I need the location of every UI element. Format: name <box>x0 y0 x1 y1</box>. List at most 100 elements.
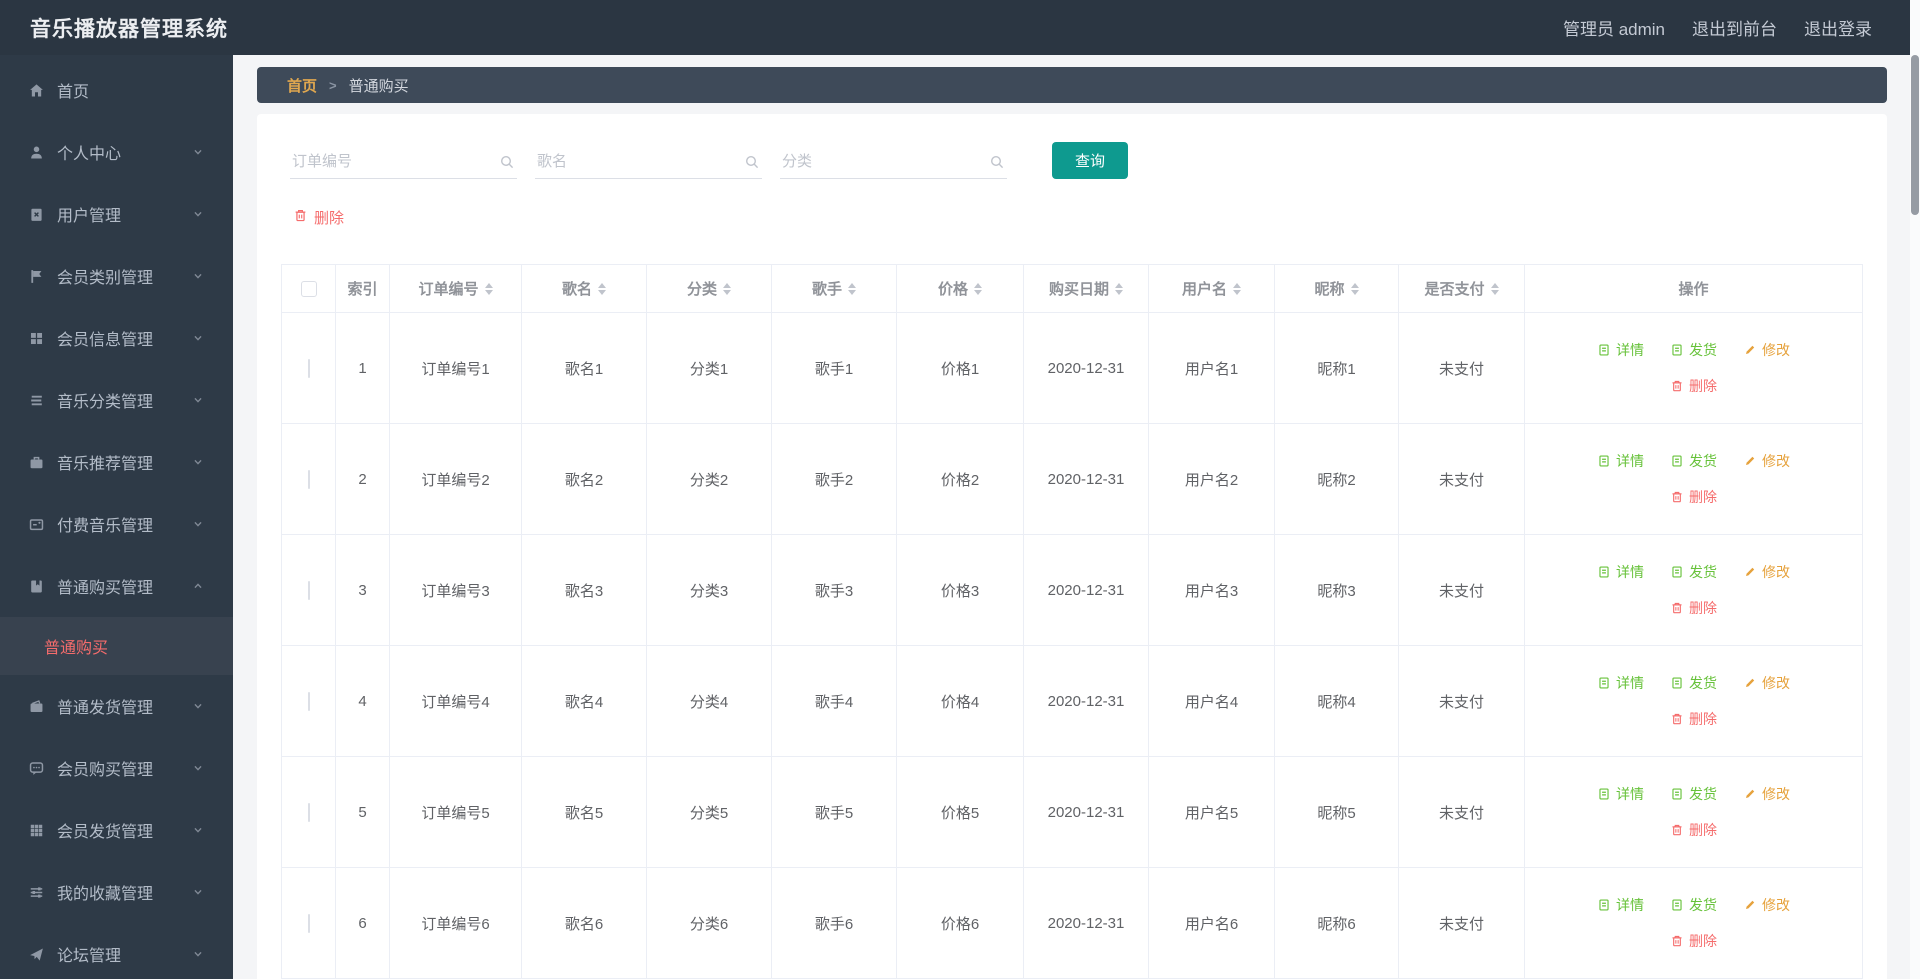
sort-asc-caret[interactable] <box>484 282 493 288</box>
sort-desc-caret[interactable] <box>974 289 982 295</box>
column-header-label: 昵称 <box>1314 281 1345 298</box>
row-checkbox[interactable] <box>307 913 310 933</box>
row-checkbox[interactable] <box>307 469 310 489</box>
delete-action-button[interactable]: 删除 <box>1670 709 1717 729</box>
ship-action-button[interactable]: 发货 <box>1670 895 1717 915</box>
chevron-down-icon <box>194 149 202 155</box>
sort-icon[interactable] <box>1490 282 1499 295</box>
sort-desc-caret[interactable] <box>1115 289 1123 295</box>
topbar-link-logout[interactable]: 退出登录 <box>1804 15 1872 40</box>
sidebar-subitem-normal-purchase[interactable]: 普通购买 <box>0 617 233 675</box>
card-icon <box>28 516 45 533</box>
topbar-link-admin-user[interactable]: 管理员 admin <box>1563 15 1665 40</box>
batch-delete-button[interactable]: 删除 <box>293 207 344 228</box>
sidebar-item-home[interactable]: 首页 <box>0 59 233 121</box>
table-row: 3 订单编号3 歌名3 分类3 歌手3 价格3 2020-12-31 用户名3 昵称3 未支付 详情… <box>281 534 1863 646</box>
ship-action-button[interactable]: 发货 <box>1670 784 1717 804</box>
edit-action-button[interactable]: 修改 <box>1743 895 1790 915</box>
sort-asc-caret[interactable] <box>1115 282 1123 288</box>
sort-desc-caret[interactable] <box>1233 289 1241 295</box>
sort-icon[interactable] <box>848 282 856 295</box>
ship-action-button[interactable]: 发货 <box>1670 340 1717 360</box>
breadcrumb-home[interactable]: 首页 <box>287 75 317 96</box>
sidebar-item-member-shipping-management[interactable]: 会员发货管理 <box>0 799 233 861</box>
sort-asc-caret[interactable] <box>974 282 982 288</box>
sort-icon[interactable] <box>598 282 606 295</box>
order-no-search-input[interactable] <box>292 153 499 170</box>
sort-desc-caret[interactable] <box>1490 289 1499 295</box>
topbar-link-logout-to-front[interactable]: 退出到前台 <box>1692 15 1777 40</box>
sort-desc-caret[interactable] <box>484 289 493 295</box>
edit-action-button[interactable]: 修改 <box>1743 562 1790 582</box>
sort-desc-caret[interactable] <box>848 289 856 295</box>
cell-order_no: 订单编号1 <box>389 312 522 424</box>
sort-asc-caret[interactable] <box>598 282 606 288</box>
sidebar-item-forum-management[interactable]: 论坛管理 <box>0 923 233 979</box>
sidebar-item-music-recommend-management[interactable]: 音乐推荐管理 <box>0 431 233 493</box>
row-checkbox[interactable] <box>307 358 310 378</box>
delete-action-button[interactable]: 删除 <box>1670 931 1717 951</box>
sort-icon[interactable] <box>723 282 731 295</box>
scrollbar-thumb[interactable] <box>1911 55 1919 215</box>
sidebar-item-paid-music-management[interactable]: 付费音乐管理 <box>0 493 233 555</box>
sidebar-item-my-favorites-management[interactable]: 我的收藏管理 <box>0 861 233 923</box>
ship-action-button[interactable]: 发货 <box>1670 562 1717 582</box>
pen-icon <box>1745 345 1755 355</box>
sort-icon[interactable] <box>1115 282 1123 295</box>
detail-action-button[interactable]: 详情 <box>1597 451 1644 471</box>
sort-icon[interactable] <box>974 282 982 295</box>
sort-asc-caret[interactable] <box>1490 282 1499 288</box>
sidebar-item-label: 论坛管理 <box>57 948 122 965</box>
detail-action-button[interactable]: 详情 <box>1597 673 1644 693</box>
sidebar-item-personal-center[interactable]: 个人中心 <box>0 121 233 183</box>
detail-action-button[interactable]: 详情 <box>1597 895 1644 915</box>
detail-action-button[interactable]: 详情 <box>1597 784 1644 804</box>
chevron-up-icon <box>194 583 202 589</box>
delete-action-button[interactable]: 删除 <box>1670 376 1717 396</box>
ship-action-button[interactable]: 发货 <box>1670 451 1717 471</box>
chevron-down-icon <box>194 335 202 341</box>
sidebar-item-user-management[interactable]: 用户管理 <box>0 183 233 245</box>
category-search-input[interactable] <box>782 153 989 170</box>
sidebar-item-member-category-management[interactable]: 会员类别管理 <box>0 245 233 307</box>
query-button[interactable]: 查询 <box>1052 142 1128 179</box>
page-scrollbar[interactable] <box>1910 0 1920 979</box>
action-label: 删除 <box>1689 933 1717 949</box>
sort-asc-caret[interactable] <box>848 282 856 288</box>
song-name-search-input[interactable] <box>537 153 744 170</box>
pen-icon <box>1743 565 1757 579</box>
edit-action-button[interactable]: 修改 <box>1743 451 1790 471</box>
row-checkbox[interactable] <box>307 691 310 711</box>
sidebar-item-member-info-management[interactable]: 会员信息管理 <box>0 307 233 369</box>
sort-asc-caret[interactable] <box>1233 282 1241 288</box>
delete-action-button[interactable]: 删除 <box>1670 487 1717 507</box>
sort-asc-caret[interactable] <box>723 282 731 288</box>
sort-desc-caret[interactable] <box>723 289 731 295</box>
delete-action-button[interactable]: 删除 <box>1670 820 1717 840</box>
edit-action-button[interactable]: 修改 <box>1743 673 1790 693</box>
sort-icon[interactable] <box>1350 282 1359 295</box>
row-checkbox[interactable] <box>307 802 310 822</box>
cell-nickname: 昵称3 <box>1274 534 1399 646</box>
edit-action-button[interactable]: 修改 <box>1743 784 1790 804</box>
sidebar-item-normal-shipping-management[interactable]: 普通发货管理 <box>0 675 233 737</box>
delete-action-button[interactable]: 删除 <box>1670 598 1717 618</box>
document-icon <box>1599 677 1609 689</box>
row-checkbox[interactable] <box>307 580 310 600</box>
sort-desc-caret[interactable] <box>1350 289 1359 295</box>
sort-asc-caret[interactable] <box>1350 282 1359 288</box>
sidebar-item-normal-purchase-management[interactable]: 普通购买管理 <box>0 555 233 617</box>
edit-action-button[interactable]: 修改 <box>1743 340 1790 360</box>
sort-desc-caret[interactable] <box>598 289 606 295</box>
column-header-label: 操作 <box>1678 281 1709 298</box>
sort-icon[interactable] <box>1233 282 1241 295</box>
sidebar-item-music-category-management[interactable]: 音乐分类管理 <box>0 369 233 431</box>
ship-action-button[interactable]: 发货 <box>1670 673 1717 693</box>
column-header-nickname: 昵称 <box>1274 264 1399 313</box>
sort-icon[interactable] <box>484 282 493 295</box>
trash-icon <box>1670 379 1684 393</box>
detail-action-button[interactable]: 详情 <box>1597 340 1644 360</box>
sidebar-item-member-purchase-management[interactable]: 会员购买管理 <box>0 737 233 799</box>
detail-action-button[interactable]: 详情 <box>1597 562 1644 582</box>
select-all-checkbox[interactable] <box>300 280 317 297</box>
